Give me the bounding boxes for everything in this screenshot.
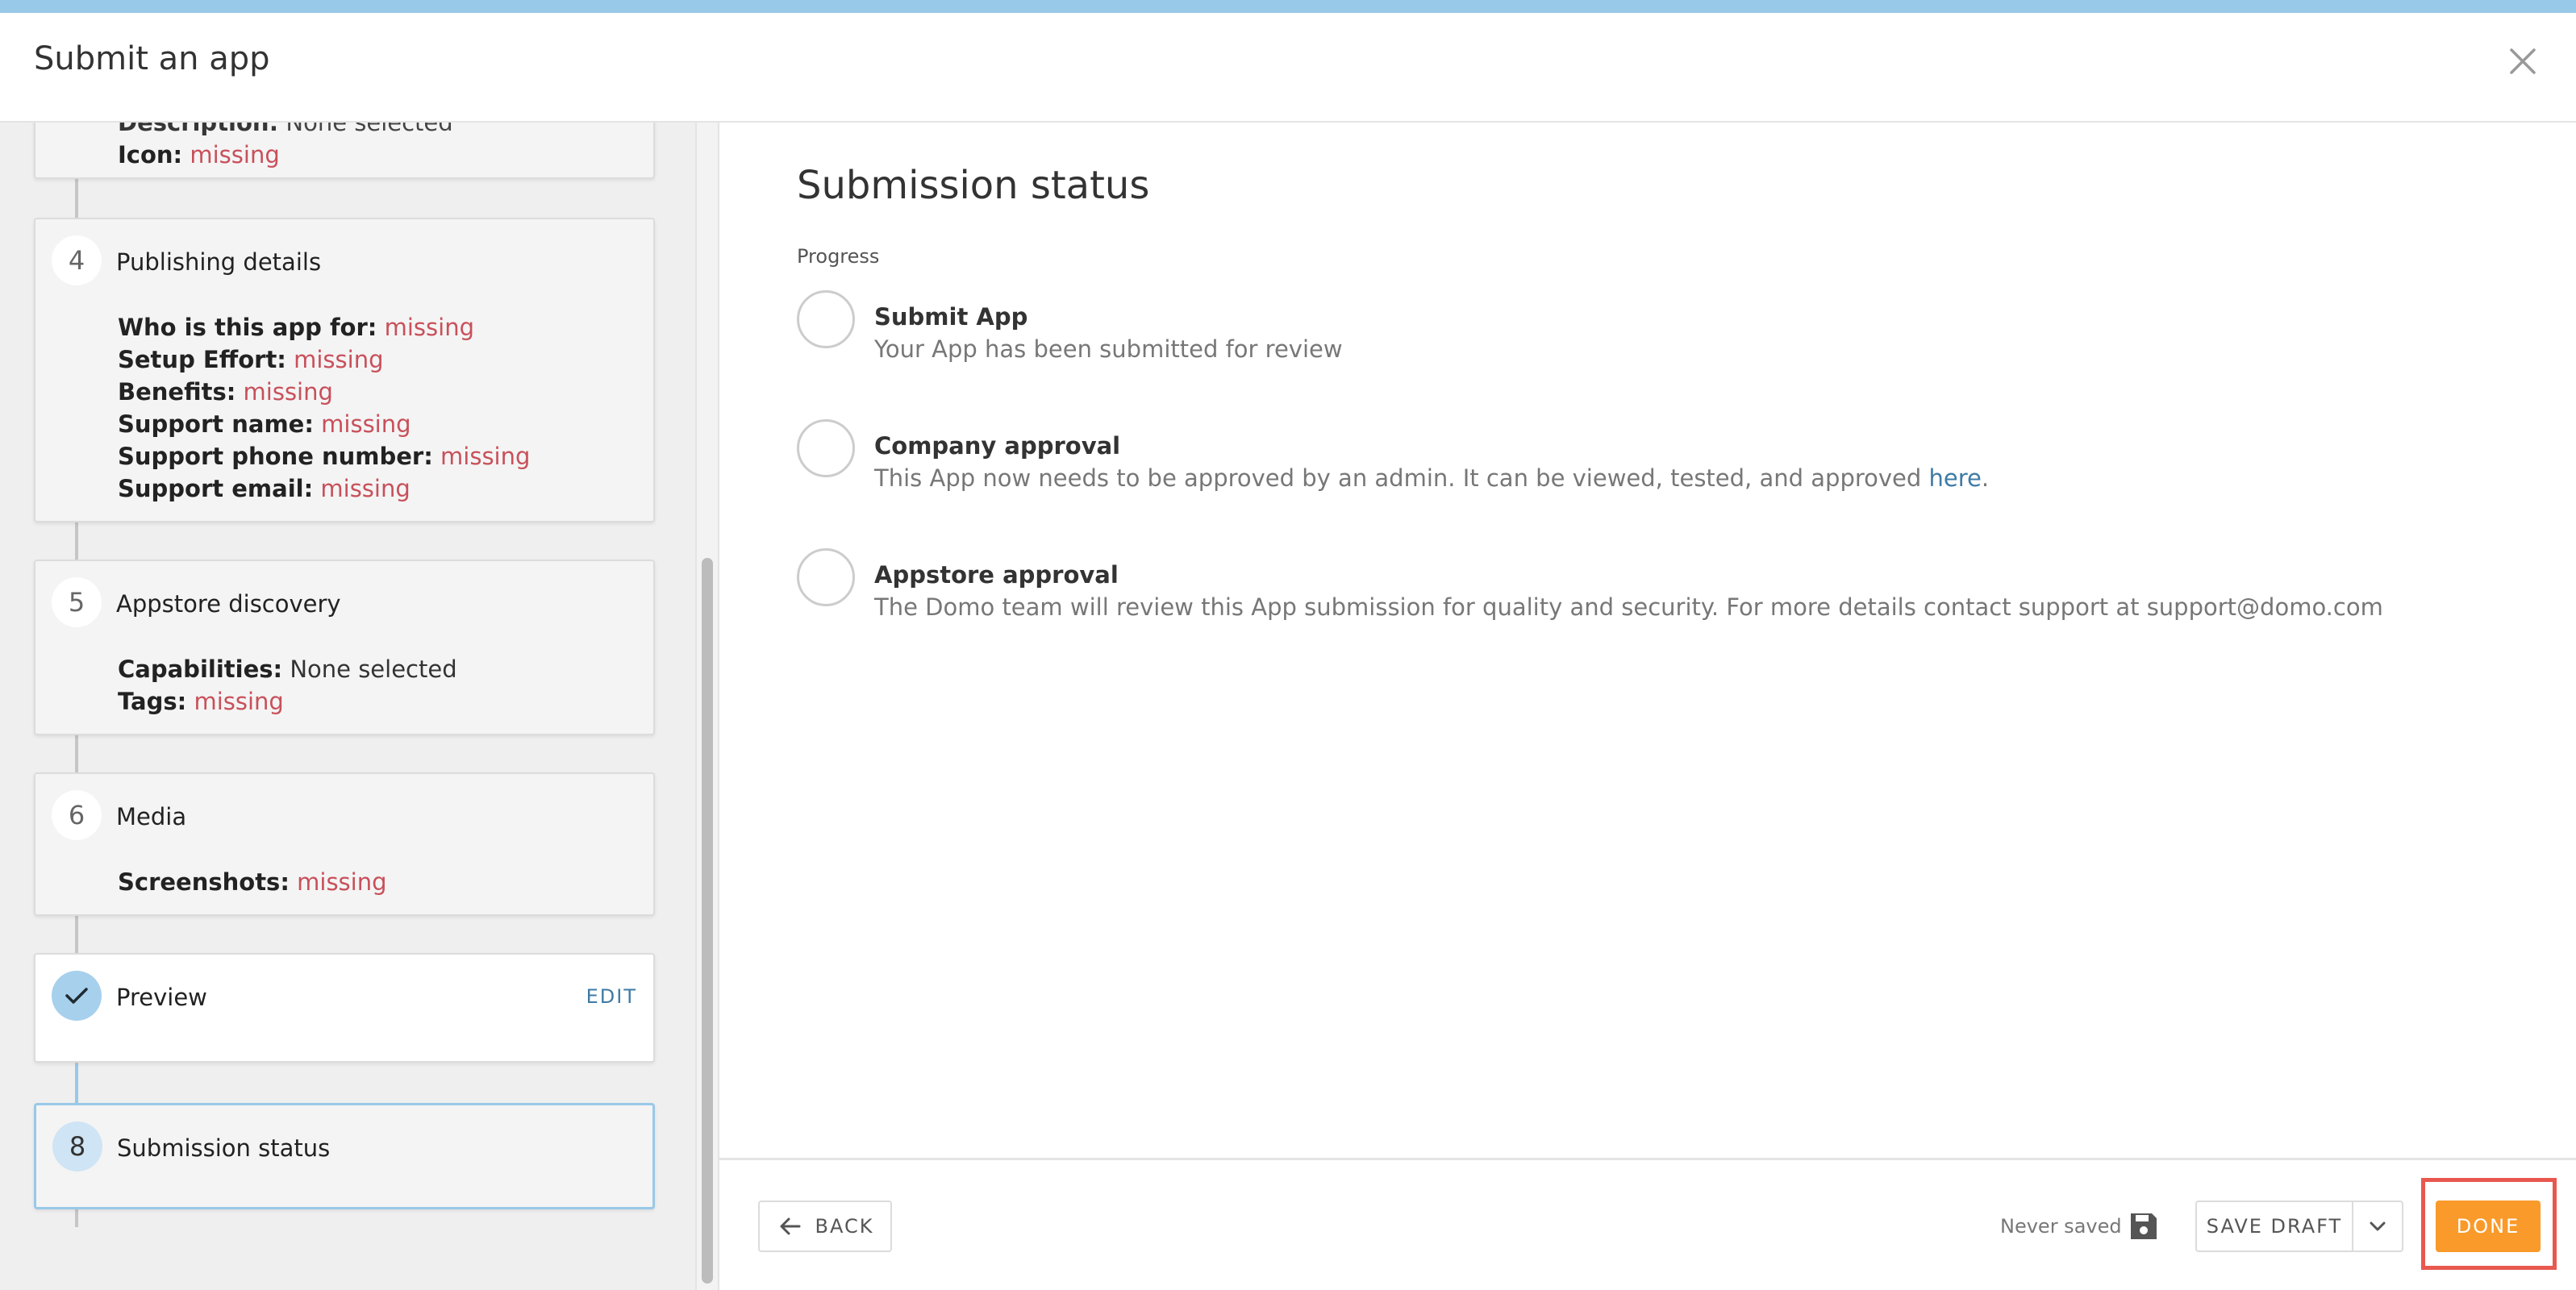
- step-number: 5: [52, 577, 102, 627]
- page-title: Submission status: [797, 163, 1150, 208]
- sidebar-scrollbar[interactable]: [695, 123, 719, 1290]
- step-card-preview[interactable]: Preview EDIT: [34, 953, 655, 1063]
- step-card-appstore-discovery[interactable]: 5 Appstore discovery Capabilities: None …: [34, 560, 655, 735]
- step-card-media[interactable]: 6 Media Screenshots: missing: [34, 772, 655, 916]
- step-field: Who is this app for: missing: [118, 314, 474, 341]
- chevron-down-icon: [2370, 1221, 2386, 1231]
- step-title: Submission status: [117, 1134, 331, 1162]
- progress-label: Progress: [797, 245, 880, 268]
- dialog-title: Submit an app: [34, 40, 270, 77]
- status-circle-icon: [797, 419, 855, 477]
- step-rail-active: [75, 1064, 78, 1105]
- close-icon[interactable]: [2502, 40, 2544, 82]
- status-circle-icon: [797, 548, 855, 606]
- step-title: Appstore discovery: [116, 590, 341, 618]
- arrow-left-icon: [780, 1217, 801, 1235]
- step-field: Support name: missing: [118, 410, 411, 438]
- top-accent-bar: [0, 0, 2576, 13]
- step-field: Capabilities: None selected: [118, 655, 457, 683]
- step-number: 4: [52, 235, 102, 285]
- step-card-publishing-details[interactable]: 4 Publishing details Who is this app for…: [34, 218, 655, 522]
- step-field: Support email: missing: [118, 475, 411, 502]
- done-button[interactable]: DONE: [2436, 1201, 2541, 1252]
- dialog-footer: BACK Never saved SAVE DRAFT DONE: [719, 1158, 2576, 1290]
- step-field: Benefits: missing: [118, 378, 333, 406]
- step-number: 6: [52, 790, 102, 840]
- save-status-text: Never saved: [2000, 1215, 2122, 1238]
- save-icon: [2126, 1209, 2161, 1244]
- step-field: Screenshots: missing: [118, 868, 387, 896]
- dialog-header: Submit an app: [0, 13, 2576, 123]
- main-panel: Submission status Progress Submit App Yo…: [719, 123, 2576, 1163]
- step-title: Publishing details: [116, 248, 322, 276]
- step-field: Setup Effort: missing: [118, 346, 384, 373]
- back-button[interactable]: BACK: [758, 1201, 892, 1252]
- save-draft-dropdown[interactable]: [2352, 1201, 2403, 1252]
- step-field: Support phone number: missing: [118, 443, 531, 470]
- step-field: Icon: missing: [118, 141, 280, 169]
- approve-here-link[interactable]: here: [1929, 464, 1982, 492]
- step-title: Preview: [116, 984, 207, 1011]
- step-title: Media: [116, 803, 187, 830]
- edit-preview-link[interactable]: EDIT: [586, 985, 637, 1008]
- step-number: 8: [52, 1121, 102, 1171]
- steps-sidebar: Description: None selected Icon: missing…: [0, 123, 695, 1290]
- step-field: Description: None selected: [118, 123, 453, 136]
- step-card-submission-status[interactable]: 8 Submission status: [34, 1103, 655, 1209]
- step-field: Tags: missing: [118, 688, 284, 715]
- status-circle-icon: [797, 290, 855, 348]
- scrollbar-thumb[interactable]: [702, 558, 713, 1284]
- save-draft-button[interactable]: SAVE DRAFT: [2195, 1201, 2353, 1252]
- check-icon: [52, 971, 102, 1021]
- step-card-basic-details[interactable]: Description: None selected Icon: missing: [34, 123, 655, 179]
